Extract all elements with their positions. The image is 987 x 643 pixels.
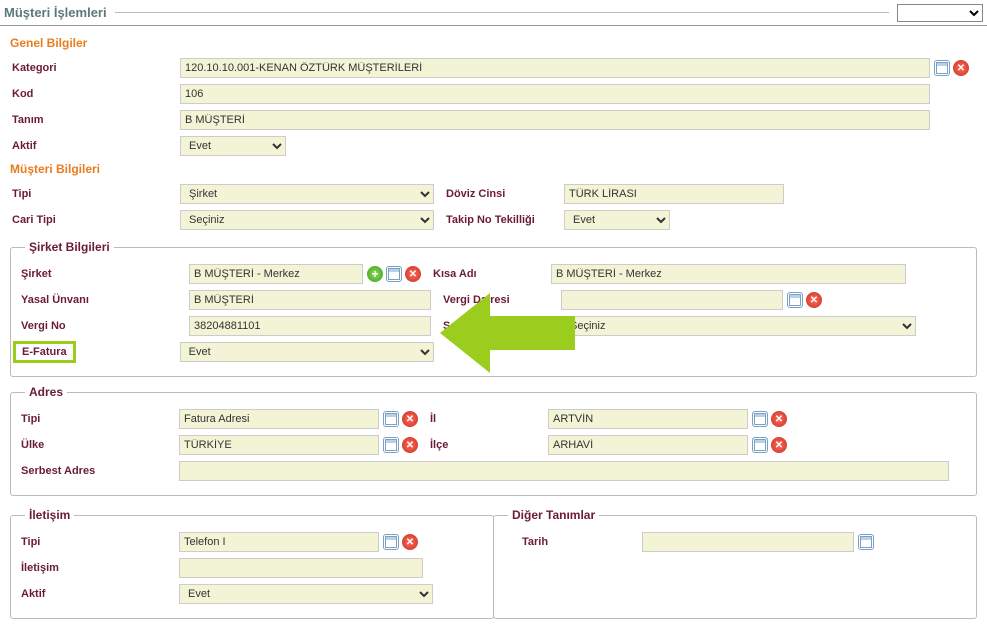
input-tarih[interactable] — [642, 532, 854, 552]
delete-icon[interactable] — [402, 437, 418, 453]
select-il-aktif[interactable]: Evet — [179, 584, 433, 604]
calendar-icon[interactable] — [858, 534, 874, 550]
select-efatura[interactable]: Evet — [180, 342, 434, 362]
content: Genel Bilgiler Kategori Kod Tanım Aktif … — [0, 26, 987, 643]
label-ulke: Ülke — [19, 439, 179, 451]
calendar-icon[interactable] — [383, 534, 399, 550]
delete-icon[interactable] — [405, 266, 421, 282]
input-adres-tipi[interactable] — [179, 409, 379, 429]
header-bar: Müşteri İşlemleri — [0, 0, 987, 26]
label-takip: Takip No Tekilliği — [434, 214, 564, 226]
input-vergino[interactable] — [189, 316, 431, 336]
add-icon[interactable] — [367, 266, 383, 282]
label-kod: Kod — [10, 88, 180, 100]
label-kisa: Kısa Adı — [421, 268, 551, 280]
fieldset-adres: Adres Tipi İl Ülke İlçe — [10, 385, 977, 496]
label-il-aktif: Aktif — [19, 588, 179, 600]
label-adres-tipi: Tipi — [19, 413, 179, 425]
label-efatura: E-Fatura — [20, 346, 69, 358]
calendar-icon[interactable] — [752, 411, 768, 427]
delete-icon[interactable] — [771, 411, 787, 427]
legend-adres: Adres — [25, 385, 67, 399]
legend-iletisim: İletişim — [25, 508, 74, 522]
page-title: Müşteri İşlemleri — [4, 5, 107, 20]
label-vergino: Vergi No — [19, 320, 189, 332]
calendar-icon[interactable] — [383, 411, 399, 427]
calendar-icon[interactable] — [383, 437, 399, 453]
select-cari[interactable]: Seçiniz — [180, 210, 434, 230]
delete-icon[interactable] — [402, 411, 418, 427]
label-sirket: Şirket — [19, 268, 189, 280]
input-serbest[interactable] — [179, 461, 949, 481]
label-serbest: Serbest Adres — [19, 465, 179, 477]
label-doviz: Döviz Cinsi — [434, 188, 564, 200]
select-tipi[interactable]: Şirket — [180, 184, 434, 204]
calendar-icon[interactable] — [787, 292, 803, 308]
section-musteri: Müşteri Bilgileri — [10, 162, 977, 176]
input-kisa[interactable] — [551, 264, 906, 284]
input-tanim[interactable] — [180, 110, 930, 130]
select-takip[interactable]: Evet — [564, 210, 670, 230]
highlight-efatura: E-Fatura — [13, 341, 76, 363]
legend-diger: Diğer Tanımlar — [508, 508, 599, 522]
calendar-icon[interactable] — [386, 266, 402, 282]
label-il-tipi: Tipi — [19, 536, 179, 548]
delete-icon[interactable] — [402, 534, 418, 550]
select-sektor[interactable]: Seçiniz — [561, 316, 916, 336]
input-il[interactable] — [548, 409, 748, 429]
calendar-icon[interactable] — [934, 60, 950, 76]
input-sirket[interactable] — [189, 264, 363, 284]
fieldset-diger: Diğer Tanımlar Tarih — [493, 508, 977, 619]
label-tipi: Tipi — [10, 188, 180, 200]
label-cari: Cari Tipi — [10, 214, 180, 226]
input-il-tipi[interactable] — [179, 532, 379, 552]
label-tanim: Tanım — [10, 114, 180, 126]
legend-sirket: Şirket Bilgileri — [25, 240, 114, 254]
fieldset-iletisim: İletişim Tipi İletişim Aktif Evet — [10, 508, 494, 619]
label-aktif: Aktif — [10, 140, 180, 152]
label-ilce: İlçe — [418, 439, 548, 451]
input-iletisim[interactable] — [179, 558, 423, 578]
label-iletisim: İletişim — [19, 562, 179, 574]
input-ulke[interactable] — [179, 435, 379, 455]
header-select[interactable] — [897, 4, 983, 22]
delete-icon[interactable] — [953, 60, 969, 76]
label-tarih: Tarih — [502, 536, 642, 548]
annotation-arrow-icon — [440, 288, 580, 378]
input-vd[interactable] — [561, 290, 783, 310]
header-divider — [115, 12, 889, 13]
input-doviz[interactable] — [564, 184, 784, 204]
section-genel: Genel Bilgiler — [10, 36, 977, 50]
delete-icon[interactable] — [806, 292, 822, 308]
delete-icon[interactable] — [771, 437, 787, 453]
input-yasal[interactable] — [189, 290, 431, 310]
input-kod[interactable] — [180, 84, 930, 104]
calendar-icon[interactable] — [752, 437, 768, 453]
input-kategori[interactable] — [180, 58, 930, 78]
label-yasal: Yasal Ünvanı — [19, 294, 189, 306]
input-ilce[interactable] — [548, 435, 748, 455]
select-aktif[interactable]: Evet — [180, 136, 286, 156]
label-il: İl — [418, 413, 548, 425]
label-kategori: Kategori — [10, 62, 180, 74]
